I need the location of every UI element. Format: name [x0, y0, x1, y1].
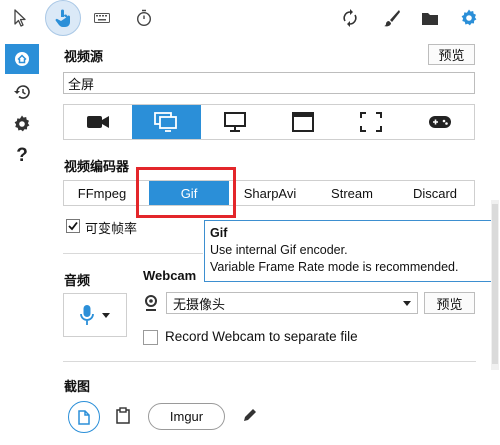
timer-icon	[136, 9, 152, 27]
encoder-option-stream[interactable]: Stream	[314, 181, 390, 205]
webcam-separate-file-label: Record Webcam to separate file	[165, 329, 358, 344]
home-icon	[14, 51, 30, 67]
click-highlight-button[interactable]	[45, 0, 81, 36]
source-screen[interactable]	[132, 105, 201, 139]
brush-icon	[383, 9, 401, 27]
screenshot-clipboard-button[interactable]	[116, 407, 130, 424]
clipboard-icon	[116, 407, 130, 424]
webcam-icon	[144, 295, 158, 311]
screenshot-save-to-disk-button[interactable]	[68, 401, 100, 433]
cursor-icon	[13, 9, 27, 27]
section-divider	[63, 253, 203, 254]
audio-source-dropdown[interactable]	[63, 293, 127, 337]
webcam-preview-button[interactable]: 预览	[424, 292, 475, 314]
source-monitor[interactable]	[201, 105, 269, 139]
tooltip-line-2: Variable Frame Rate mode is recommended.	[210, 260, 459, 274]
checkmark-icon	[68, 221, 78, 231]
webcam-select[interactable]: 无摄像头	[166, 292, 418, 314]
refresh-button[interactable]	[338, 6, 362, 30]
webcam-label: Webcam	[143, 268, 197, 283]
source-region[interactable]	[337, 105, 405, 139]
settings-button[interactable]	[457, 6, 481, 30]
selection-highlight-box	[136, 167, 236, 218]
source-window[interactable]	[269, 105, 337, 139]
scrollbar-thumb[interactable]	[492, 204, 498, 364]
window-icon	[292, 112, 315, 132]
keyboard-icon	[94, 13, 110, 23]
source-game[interactable]	[406, 105, 474, 139]
timer-button[interactable]	[132, 6, 156, 30]
monitor-icon	[223, 112, 246, 132]
encoder-option-ffmpeg[interactable]: FFmpeg	[64, 181, 140, 205]
brush-button[interactable]	[380, 6, 404, 30]
folder-icon	[421, 11, 439, 26]
encoder-tooltip: Gif Use internal Gif encoder. Variable F…	[204, 220, 498, 282]
screenshot-editor-button[interactable]	[242, 407, 258, 423]
video-encoder-selector: FFmpeg Gif SharpAvi Stream Discard	[63, 180, 475, 206]
file-icon	[78, 409, 90, 425]
cursor-button[interactable]	[8, 6, 32, 30]
video-encoder-label: 视频编码器	[64, 159, 130, 174]
screenshot-label: 截图	[64, 379, 91, 394]
pencil-icon	[242, 407, 258, 423]
chevron-down-icon	[102, 312, 110, 318]
variable-frame-rate-label: 可变帧率	[85, 221, 138, 236]
region-icon	[360, 112, 383, 132]
webcam-separate-file-checkbox[interactable]	[143, 330, 158, 345]
hand-tap-icon	[54, 8, 72, 28]
sidebar-item-home[interactable]	[5, 44, 39, 74]
tooltip-line-1: Use internal Gif encoder.	[210, 243, 348, 257]
keystrokes-button[interactable]	[90, 6, 114, 30]
screenshot-imgur-button[interactable]: Imgur	[148, 403, 225, 430]
video-source-preview-button[interactable]: 预览	[428, 44, 475, 65]
gamepad-icon	[428, 115, 451, 129]
refresh-icon	[343, 9, 357, 27]
chevron-down-icon	[403, 301, 411, 306]
sidebar-item-help[interactable]: ?	[5, 142, 39, 170]
section-divider	[63, 361, 476, 362]
encoder-option-discard[interactable]: Discard	[396, 181, 474, 205]
encoder-option-sharpavi[interactable]: SharpAvi	[232, 181, 308, 205]
video-source-label: 视频源	[64, 49, 104, 64]
sidebar-item-history[interactable]	[5, 78, 39, 106]
help-icon: ?	[16, 145, 28, 166]
output-folder-button[interactable]	[418, 6, 442, 30]
video-source-selector	[63, 104, 475, 140]
screen-icon	[154, 112, 178, 132]
microphone-icon	[80, 304, 94, 326]
variable-frame-rate-checkbox[interactable]	[66, 219, 80, 233]
gear-icon	[460, 9, 478, 27]
video-source-value: 全屏	[68, 76, 95, 92]
tooltip-title: Gif	[210, 226, 228, 240]
settings-icon	[13, 115, 31, 133]
history-icon	[13, 84, 31, 100]
source-camera[interactable]	[64, 105, 132, 139]
video-source-field[interactable]: 全屏	[63, 72, 475, 94]
audio-label: 音频	[64, 273, 91, 288]
sidebar-item-settings[interactable]	[5, 110, 39, 138]
webcam-selected-value: 无摄像头	[173, 296, 226, 312]
camera-icon	[87, 115, 110, 129]
